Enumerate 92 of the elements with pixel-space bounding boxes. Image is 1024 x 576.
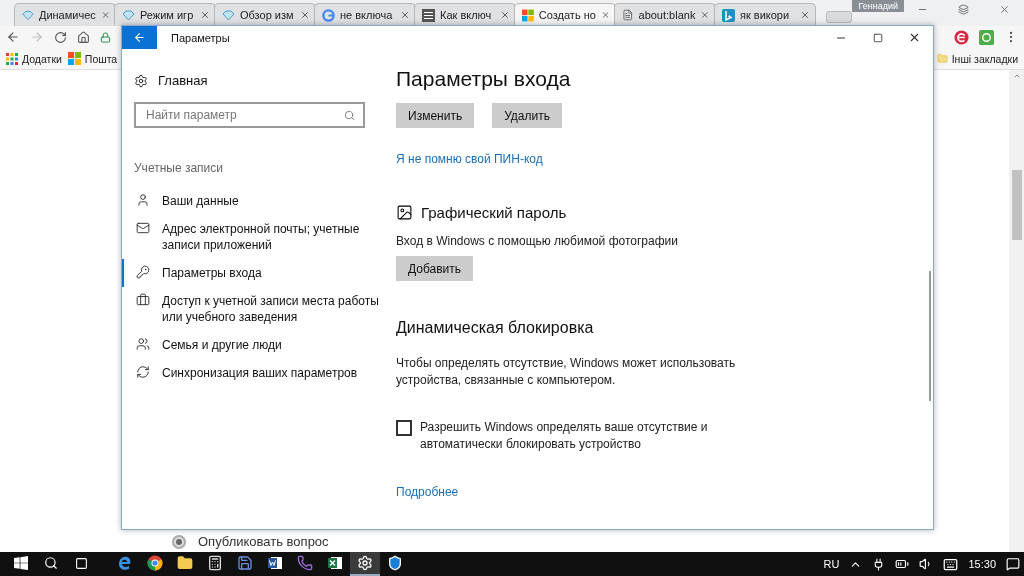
browser-tab[interactable]: about:blank: [614, 3, 716, 26]
windows-logo-icon: [14, 556, 28, 570]
close-icon[interactable]: [999, 4, 1010, 15]
windows-logo-icon: [67, 52, 81, 65]
diamond-icon: [122, 9, 135, 21]
bookmark-folder[interactable]: Інші закладки: [936, 52, 1018, 65]
close-icon[interactable]: [800, 10, 810, 20]
browser-tab[interactable]: Создать но: [514, 3, 616, 26]
g-icon: [322, 8, 335, 22]
browser-tab[interactable]: Как включ: [414, 3, 516, 26]
search-icon: [344, 109, 355, 121]
page-heading: Параметры входа: [396, 67, 571, 91]
section-heading: Динамическая блокировка: [396, 319, 594, 337]
home-link[interactable]: Главная: [122, 73, 396, 88]
bing-icon: [722, 8, 735, 22]
notifications-icon[interactable]: [1006, 557, 1020, 571]
home-icon[interactable]: [77, 30, 90, 44]
gear-icon: [134, 73, 148, 88]
clock[interactable]: 15:30: [968, 558, 996, 570]
browser-tab[interactable]: як викори: [714, 3, 816, 26]
back-button[interactable]: [122, 26, 157, 49]
nav-item[interactable]: Семья и другие люди: [122, 331, 396, 359]
close-icon[interactable]: [400, 10, 410, 20]
close-icon[interactable]: [300, 10, 310, 20]
keyboard-icon[interactable]: [943, 556, 959, 572]
page-icon: [622, 9, 634, 21]
nav-item[interactable]: Доступ к учетной записи места работы или учебного заведения: [122, 287, 396, 331]
excel-icon: [327, 555, 343, 571]
reload-icon[interactable]: [54, 30, 67, 44]
description: Вход в Windows с помощью любимой фотографии: [396, 233, 679, 250]
back-icon: [133, 31, 146, 44]
language-indicator[interactable]: RU: [823, 558, 840, 570]
pin-button[interactable]: Удалить: [492, 103, 562, 128]
browser-tab[interactable]: Обзор изм: [214, 3, 316, 26]
diamond-icon: [222, 9, 235, 21]
back-icon[interactable]: [6, 30, 20, 44]
radio-label: Опубликовать вопрос: [198, 534, 329, 549]
search-icon: [44, 556, 58, 570]
e-icon: [117, 555, 133, 571]
envelope-icon: [136, 221, 150, 235]
apps-grid-icon: [6, 52, 18, 65]
browser-tab[interactable]: Режим игр: [114, 3, 216, 26]
chrome-icon: [147, 555, 163, 571]
search-field[interactable]: Найти параметр: [134, 102, 365, 128]
close-icon[interactable]: [700, 10, 710, 20]
checkbox[interactable]: [396, 420, 412, 436]
diamond-icon: [22, 9, 34, 21]
bookmark[interactable]: Додатки: [6, 52, 62, 65]
gear-icon: [357, 555, 373, 571]
lock-icon: [100, 31, 111, 43]
nav-item[interactable]: Синхронизация ваших параметров: [122, 359, 396, 387]
radio-button[interactable]: [172, 534, 186, 549]
picture-icon: [396, 204, 413, 221]
nav-item[interactable]: Ваши данные: [122, 187, 396, 215]
person-icon: [136, 193, 150, 207]
close-icon: [908, 31, 921, 44]
word-icon: [267, 555, 283, 571]
scrollbar[interactable]: [1009, 70, 1024, 552]
close-icon[interactable]: [500, 10, 510, 20]
key-icon: [136, 265, 150, 279]
task-view-icon: [74, 556, 88, 570]
briefcase-icon: [136, 293, 150, 307]
maximize-icon: [872, 32, 883, 43]
add-button[interactable]: Добавить: [396, 256, 474, 281]
scroll-up-icon[interactable]: [1012, 72, 1021, 80]
scrollbar[interactable]: [929, 271, 931, 401]
bookmark[interactable]: Пошта: [67, 52, 118, 65]
shield-icon: [387, 555, 403, 571]
grid-icon: [422, 8, 435, 22]
nav-item[interactable]: Адрес электронной почты; учетные записи приложений: [122, 215, 396, 259]
people-icon: [136, 337, 150, 351]
calculator-icon: [207, 555, 223, 571]
battery-icon[interactable]: [895, 557, 910, 571]
browser-tab[interactable]: не включа: [314, 3, 416, 26]
extension-icon[interactable]: [979, 29, 994, 45]
window-title: Параметры: [171, 31, 231, 44]
description: Чтобы определять отсутствие, Windows может использовать устройства, связанные с компьютером.: [396, 355, 737, 389]
checkbox-label: Разрешить Windows определять ваше отсутствие и автоматически блокировать устройство: [420, 419, 709, 453]
e-logo-icon[interactable]: [954, 29, 969, 45]
more-link[interactable]: Подробнее: [396, 485, 459, 499]
sync-icon: [136, 365, 150, 379]
pin-link[interactable]: Я не помню свой ПИН-код: [396, 152, 543, 166]
close-icon[interactable]: [200, 10, 210, 20]
windows-logo-icon: [522, 8, 534, 22]
scroll-thumb[interactable]: [1011, 170, 1022, 240]
folder-icon: [936, 53, 948, 64]
pin-button[interactable]: Изменить: [396, 103, 475, 128]
taskbar-app[interactable]: [350, 552, 380, 576]
browser-tab[interactable]: Динамичес: [14, 3, 116, 26]
section-label: Учетные записи: [134, 161, 224, 175]
folder-icon: [177, 555, 193, 571]
section-heading: Графический пароль: [421, 204, 567, 221]
